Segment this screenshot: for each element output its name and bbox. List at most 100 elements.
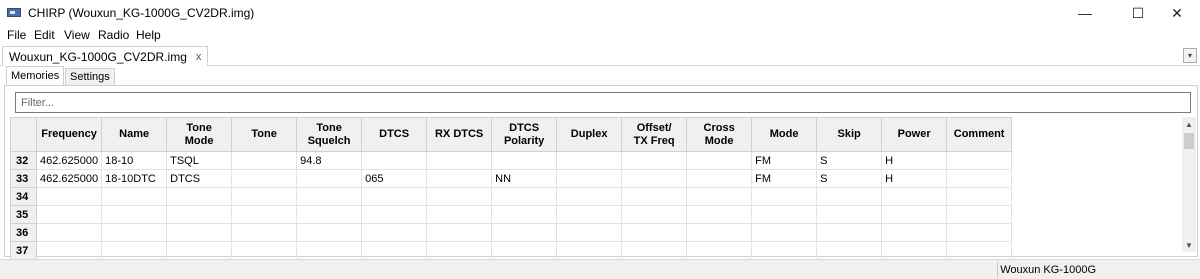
- table-cell[interactable]: [881, 223, 948, 242]
- table-cell[interactable]: [101, 205, 168, 224]
- table-cell[interactable]: 462.625000: [35, 151, 103, 170]
- table-row[interactable]: 35: [10, 205, 1013, 224]
- table-cell[interactable]: [361, 187, 428, 206]
- file-tab[interactable]: Wouxun_KG-1000G_CV2DR.img x: [2, 46, 209, 66]
- table-cell[interactable]: [881, 187, 948, 206]
- scroll-down-icon[interactable]: ▼: [1182, 238, 1196, 252]
- table-cell[interactable]: [686, 205, 753, 224]
- row-number[interactable]: 33: [10, 169, 37, 188]
- table-cell[interactable]: FM: [751, 151, 818, 170]
- column-header[interactable]: Duplex: [556, 117, 623, 152]
- column-header[interactable]: Power: [881, 117, 948, 152]
- table-cell[interactable]: [166, 223, 233, 242]
- table-cell[interactable]: H: [881, 151, 948, 170]
- table-cell[interactable]: [491, 205, 558, 224]
- table-cell[interactable]: 18-10DTC: [101, 169, 168, 188]
- table-cell[interactable]: [231, 205, 298, 224]
- tab-list-dropdown-icon[interactable]: ▾: [1183, 48, 1197, 63]
- table-cell[interactable]: [426, 223, 493, 242]
- column-header[interactable]: Tone Mode: [166, 117, 233, 152]
- table-cell[interactable]: [946, 169, 1013, 188]
- column-header[interactable]: RX DTCS: [426, 117, 493, 152]
- table-cell[interactable]: 462.625000: [35, 169, 103, 188]
- table-cell[interactable]: [166, 187, 233, 206]
- table-cell[interactable]: [556, 241, 623, 260]
- column-header[interactable]: Frequency: [35, 117, 103, 152]
- table-cell[interactable]: [35, 223, 103, 242]
- column-header[interactable]: Comment: [946, 117, 1013, 152]
- menu-radio[interactable]: Radio: [98, 28, 129, 42]
- column-header[interactable]: Offset/TX Freq: [621, 117, 688, 152]
- table-cell[interactable]: [686, 241, 753, 260]
- menu-help[interactable]: Help: [136, 28, 161, 42]
- table-cell[interactable]: [296, 205, 363, 224]
- table-cell[interactable]: [491, 223, 558, 242]
- table-row[interactable]: 33 462.625000 18-10DTC DTCS 065 NN FM S H: [10, 169, 1013, 188]
- row-number[interactable]: 32: [10, 151, 37, 170]
- table-cell[interactable]: S: [816, 151, 883, 170]
- table-cell[interactable]: [556, 151, 623, 170]
- table-cell[interactable]: [686, 169, 753, 188]
- column-header[interactable]: Skip: [816, 117, 883, 152]
- row-number[interactable]: 34: [10, 187, 37, 206]
- table-cell[interactable]: [946, 223, 1013, 242]
- table-cell[interactable]: DTCS: [166, 169, 233, 188]
- table-cell[interactable]: [621, 151, 688, 170]
- row-number[interactable]: 35: [10, 205, 37, 224]
- table-cell[interactable]: [296, 241, 363, 260]
- menu-edit[interactable]: Edit: [34, 28, 55, 42]
- table-cell[interactable]: [231, 187, 298, 206]
- menu-file[interactable]: File: [7, 28, 26, 42]
- table-cell[interactable]: [686, 151, 753, 170]
- table-cell[interactable]: [101, 187, 168, 206]
- column-header[interactable]: Cross Mode: [686, 117, 753, 152]
- table-cell[interactable]: [946, 241, 1013, 260]
- column-header[interactable]: Tone Squelch: [296, 117, 363, 152]
- tab-settings[interactable]: Settings: [65, 68, 115, 86]
- table-cell[interactable]: FM: [751, 169, 818, 188]
- menu-view[interactable]: View: [64, 28, 90, 42]
- close-tab-icon[interactable]: x: [196, 51, 202, 63]
- table-cell[interactable]: 18-10: [101, 151, 168, 170]
- table-cell[interactable]: NN: [491, 169, 558, 188]
- table-cell[interactable]: [361, 223, 428, 242]
- table-cell[interactable]: S: [816, 169, 883, 188]
- table-cell[interactable]: [946, 187, 1013, 206]
- column-header[interactable]: Tone: [231, 117, 298, 152]
- table-cell[interactable]: [816, 205, 883, 224]
- row-number[interactable]: 37: [10, 241, 37, 260]
- table-cell[interactable]: [751, 241, 818, 260]
- table-cell[interactable]: [816, 187, 883, 206]
- table-cell[interactable]: [35, 241, 103, 260]
- table-cell[interactable]: [296, 187, 363, 206]
- table-cell[interactable]: [751, 187, 818, 206]
- table-cell[interactable]: [816, 223, 883, 242]
- table-cell[interactable]: [231, 151, 298, 170]
- table-cell[interactable]: [491, 241, 558, 260]
- table-cell[interactable]: [101, 241, 168, 260]
- minimize-button[interactable]: —: [1062, 0, 1108, 26]
- table-cell[interactable]: [166, 205, 233, 224]
- table-cell[interactable]: [35, 187, 103, 206]
- table-cell[interactable]: [946, 151, 1013, 170]
- table-cell[interactable]: [491, 187, 558, 206]
- table-cell[interactable]: 94.8: [296, 151, 363, 170]
- table-cell[interactable]: H: [881, 169, 948, 188]
- row-number[interactable]: 36: [10, 223, 37, 242]
- table-cell[interactable]: [101, 223, 168, 242]
- table-cell[interactable]: TSQL: [166, 151, 233, 170]
- table-cell[interactable]: [686, 187, 753, 206]
- filter-input[interactable]: [15, 92, 1191, 113]
- table-cell[interactable]: [166, 241, 233, 260]
- table-cell[interactable]: [491, 151, 558, 170]
- table-cell[interactable]: [621, 169, 688, 188]
- table-row[interactable]: 32 462.625000 18-10 TSQL 94.8 FM S H: [10, 151, 1013, 170]
- table-row[interactable]: 36: [10, 223, 1013, 242]
- table-cell[interactable]: 065: [361, 169, 428, 188]
- table-cell[interactable]: [231, 223, 298, 242]
- table-row[interactable]: 37: [10, 241, 1013, 260]
- table-cell[interactable]: [556, 169, 623, 188]
- table-cell[interactable]: [946, 205, 1013, 224]
- table-cell[interactable]: [686, 223, 753, 242]
- table-cell[interactable]: [556, 205, 623, 224]
